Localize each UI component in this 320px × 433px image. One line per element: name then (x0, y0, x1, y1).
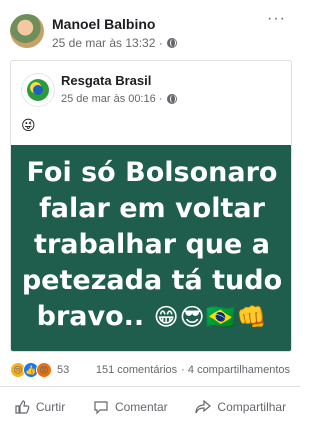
author-name[interactable]: Manoel Balbino (52, 16, 155, 32)
brazil-globe-logo-icon (27, 79, 49, 101)
angry-reaction-icon: 😡 (36, 362, 52, 378)
post-time[interactable]: 25 de mar às 13:32 · (52, 36, 163, 50)
page-name[interactable]: Resgata Brasil (61, 73, 151, 88)
reaction-icons[interactable]: 😢 👍 😡 (10, 362, 52, 378)
reaction-count[interactable]: 53 (57, 364, 69, 376)
comments-count[interactable]: 151 comentários (96, 364, 177, 376)
share-button[interactable]: Compartilhar (195, 399, 286, 415)
comment-button[interactable]: Comentar (93, 399, 168, 415)
comment-bubble-icon (94, 401, 108, 415)
globe-icon (166, 38, 177, 48)
action-bar: Curtir Comentar Compartilhar (0, 386, 300, 427)
page-avatar[interactable] (21, 73, 55, 107)
shares-count[interactable]: · 4 compartilhamentos (181, 364, 290, 376)
banner-emojis: 😁😎🇧🇷👊 (153, 303, 268, 331)
comment-label: Comentar (114, 400, 168, 414)
post-meta: 25 de mar às 13:32 · (52, 36, 177, 50)
shared-post-card[interactable]: Resgata Brasil 25 de mar às 00:16 · 😜 Fo… (10, 60, 292, 352)
post-header: Manoel Balbino 25 de mar às 13:32 · ··· (0, 0, 300, 56)
shared-post-header: Resgata Brasil 25 de mar às 00:16 · 😜 (11, 61, 291, 141)
post-stats: 😢 👍 😡 53 151 comentários · 4 compartilha… (10, 360, 290, 380)
globe-icon (166, 94, 177, 104)
wink-emoji: 😜 (21, 117, 36, 133)
share-label: Compartilhar (217, 400, 287, 414)
shared-post-time[interactable]: 25 de mar às 00:16 · (61, 93, 163, 105)
avatar[interactable] (10, 14, 44, 48)
shared-post-meta: 25 de mar às 00:16 · (61, 93, 177, 105)
thumbs-up-icon (15, 400, 30, 414)
more-options-icon[interactable]: ··· (267, 11, 286, 27)
like-label: Curtir (35, 400, 66, 414)
post-image-banner[interactable]: Foi só Bolsonaro falar em voltar trabalh… (11, 145, 291, 351)
share-arrow-icon (195, 399, 212, 414)
like-button[interactable]: Curtir (14, 399, 65, 415)
banner-text: Foi só Bolsonaro falar em voltar trabalh… (19, 155, 285, 335)
